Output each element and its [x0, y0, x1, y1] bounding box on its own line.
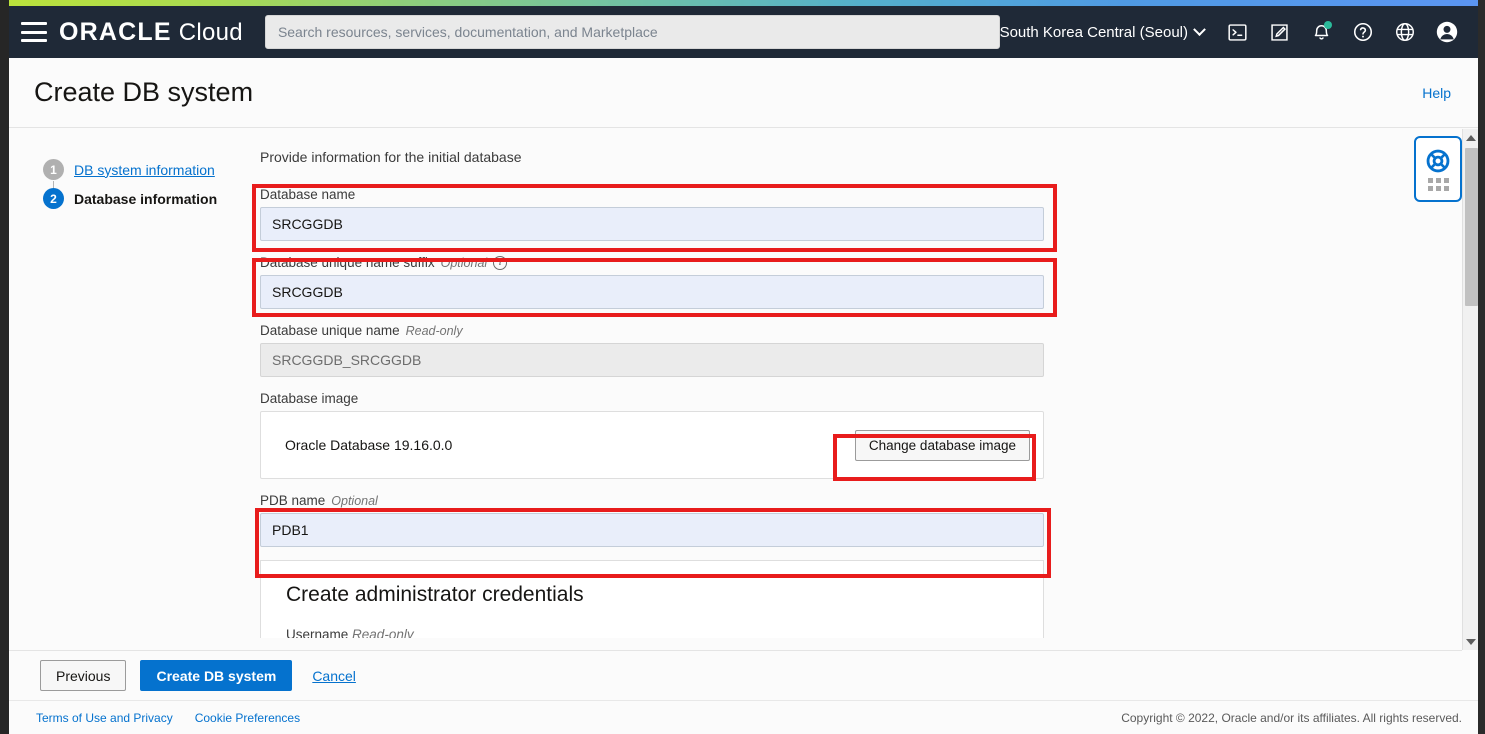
page-footer: Terms of Use and Privacy Cookie Preferen… — [9, 700, 1478, 734]
form-intro-text: Provide information for the initial data… — [260, 149, 522, 165]
background-window-left-edge — [0, 0, 9, 734]
chevron-down-icon — [1193, 22, 1206, 36]
logo-cloud-text: Cloud — [178, 18, 243, 46]
field-label: Database image — [260, 391, 1044, 406]
username-readonly-hint: Read-only — [352, 627, 414, 638]
step-number-badge: 2 — [43, 188, 64, 209]
change-database-image-button[interactable]: Change database image — [854, 429, 1030, 461]
database-image-name: Oracle Database 19.16.0.0 — [285, 437, 453, 453]
field-readonly-hint: Read-only — [405, 323, 463, 338]
notes-icon[interactable] — [1258, 12, 1300, 52]
previous-button[interactable]: Previous — [40, 660, 127, 691]
background-window-right-edge — [1478, 0, 1485, 734]
username-field-label: Username Read-only — [286, 627, 1043, 638]
logo-oracle-text: ORACLE — [58, 17, 172, 46]
global-search-input[interactable] — [264, 15, 1000, 49]
support-widget[interactable] — [1414, 136, 1462, 202]
database-name-input[interactable] — [260, 207, 1044, 241]
pdb-name-input[interactable] — [260, 513, 1044, 547]
oracle-cloud-logo[interactable]: ORACLE Cloud — [59, 18, 243, 47]
page-content: 1 DB system information 2 Database infor… — [9, 129, 1478, 650]
database-unique-name-readonly-value — [260, 343, 1044, 377]
administrator-credentials-heading: Create administrator credentials — [286, 583, 584, 606]
global-navigation-bar: ORACLE Cloud South Korea Central (Seoul) — [9, 6, 1478, 58]
scrollbar-thumb[interactable] — [1465, 148, 1478, 306]
copyright-text: Copyright © 2022, Oracle and/or its affi… — [1121, 710, 1462, 725]
wizard-step-label[interactable]: DB system information — [74, 162, 215, 178]
lifesaver-support-icon — [1426, 149, 1450, 172]
region-selector[interactable]: South Korea Central (Seoul) — [999, 22, 1216, 41]
field-database-unique-name-suffix: Database unique name suffix Optional i — [260, 255, 1044, 309]
field-label-text: PDB name — [260, 493, 326, 508]
dots-grid-handle[interactable] — [1427, 177, 1449, 191]
help-link[interactable]: Help — [1422, 85, 1451, 101]
browser-window: ORACLE Cloud South Korea Central (Seoul) — [9, 0, 1478, 734]
field-database-name: Database name — [260, 187, 1044, 241]
username-label-text: Username — [286, 627, 349, 638]
field-label: Database unique name Read-only — [260, 323, 1044, 338]
database-information-form: Provide information for the initial data… — [260, 149, 1044, 638]
field-label-text: Database image — [260, 391, 359, 406]
wizard-step-db-system-information[interactable]: 1 DB system information — [43, 155, 258, 190]
field-label-text: Database name — [260, 187, 356, 202]
scroll-down-arrow[interactable] — [1463, 633, 1478, 650]
scroll-up-arrow[interactable] — [1463, 129, 1478, 146]
help-circle-icon[interactable] — [1342, 12, 1384, 52]
notification-dot — [1324, 21, 1332, 29]
footer-links: Terms of Use and Privacy Cookie Preferen… — [36, 711, 300, 725]
field-label: Database unique name suffix Optional i — [260, 255, 1044, 270]
field-label: Database name — [260, 187, 1044, 202]
database-unique-name-suffix-input[interactable] — [260, 275, 1044, 309]
page-title: Create DB system — [34, 77, 254, 107]
notifications-bell-icon[interactable] — [1300, 12, 1342, 52]
user-avatar-icon[interactable] — [1426, 12, 1468, 52]
cloud-shell-icon[interactable] — [1216, 12, 1258, 52]
database-image-card: Oracle Database 19.16.0.0 Change databas… — [260, 411, 1044, 479]
field-optional-hint: Optional — [440, 255, 488, 270]
field-label-text: Database unique name — [260, 323, 400, 338]
cookie-preferences-link[interactable]: Cookie Preferences — [195, 711, 300, 725]
terms-of-use-link[interactable]: Terms of Use and Privacy — [36, 711, 173, 725]
info-icon[interactable]: i — [493, 255, 508, 270]
region-label: South Korea Central (Seoul) — [999, 23, 1188, 41]
field-pdb-name: PDB name Optional — [260, 493, 1044, 547]
field-database-unique-name: Database unique name Read-only — [260, 323, 1044, 377]
field-database-image: Database image Oracle Database 19.16.0.0… — [260, 391, 1044, 479]
step-number-badge: 1 — [43, 159, 64, 180]
language-globe-icon[interactable] — [1384, 12, 1426, 52]
field-optional-hint: Optional — [331, 493, 378, 508]
cancel-link[interactable]: Cancel — [312, 668, 356, 684]
menu-hamburger-icon[interactable] — [21, 22, 47, 42]
field-label: PDB name Optional — [260, 493, 1044, 508]
administrator-credentials-section: Create administrator credentials Usernam… — [260, 560, 1044, 638]
wizard-action-bar: Previous Create DB system Cancel — [9, 650, 1462, 700]
create-db-system-button[interactable]: Create DB system — [140, 660, 293, 691]
content-scrollbar[interactable] — [1462, 129, 1478, 650]
page-header: Create DB system Help — [9, 58, 1478, 128]
nav-right-cluster: South Korea Central (Seoul) — [1000, 12, 1468, 52]
wizard-step-label: Database information — [74, 190, 218, 207]
wizard-step-database-information[interactable]: 2 Database information — [43, 184, 258, 213]
field-label-text: Database unique name suffix — [260, 255, 435, 270]
wizard-step-list: 1 DB system information 2 Database infor… — [43, 155, 258, 213]
